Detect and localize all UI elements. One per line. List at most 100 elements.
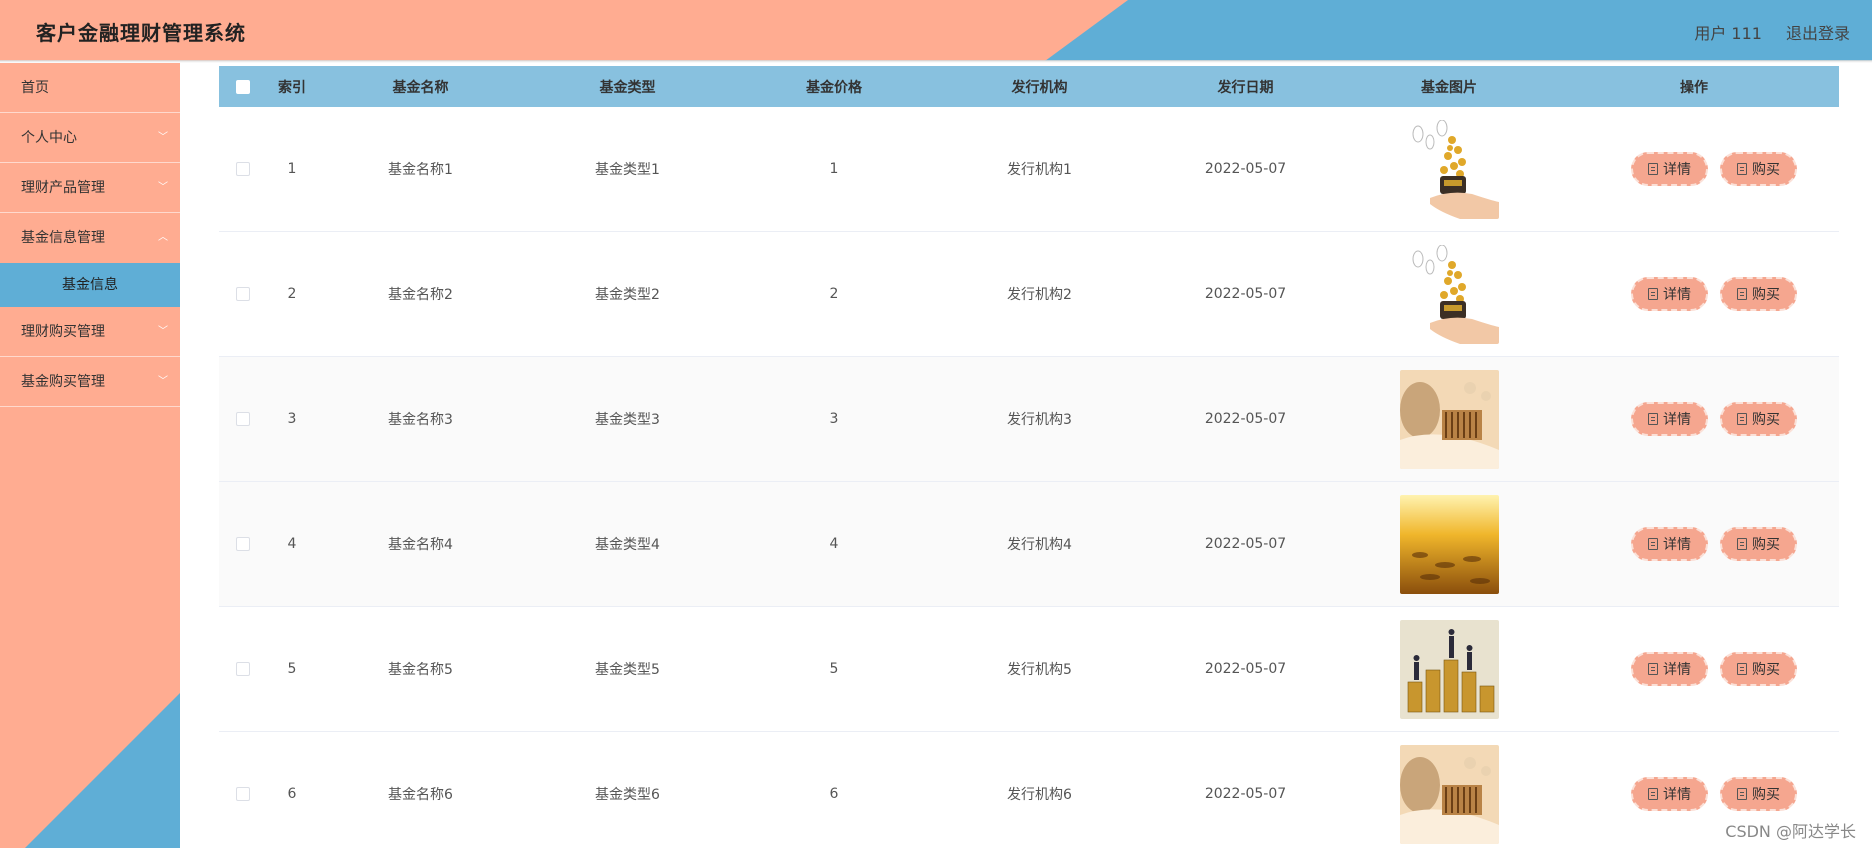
buy-button-label: 购买 (1752, 162, 1780, 178)
buy-button[interactable]: 购买 (1720, 402, 1797, 436)
detail-button[interactable]: 详情 (1631, 402, 1708, 436)
fund-table: 索引 基金名称 基金类型 基金价格 发行机构 发行日期 基金图片 操作 1 基金… (219, 66, 1839, 848)
column-header: 索引 (278, 79, 306, 96)
cell-issue-date: 2022-05-07 (1204, 286, 1287, 302)
table-row: 4 基金名称4 基金类型4 4 发行机构4 2022-05-07 详情 购买 (219, 482, 1839, 607)
row-checkbox[interactable] (236, 662, 250, 676)
table-row: 1 基金名称1 基金类型1 1 发行机构1 2022-05-07 详情 购买 (219, 107, 1839, 232)
buy-button-label: 购买 (1752, 287, 1780, 303)
cell-issuer: 发行机构3 (1007, 412, 1072, 428)
document-icon (1648, 163, 1658, 175)
buy-button-label: 购买 (1752, 662, 1780, 678)
sidebar-item-home[interactable]: 首页 (0, 63, 180, 113)
cell-fund-type: 基金类型5 (595, 662, 660, 678)
table-row: 6 基金名称6 基金类型6 6 发行机构6 2022-05-07 详情 购买 (219, 732, 1839, 848)
sidebar-item-personal-center[interactable]: 个人中心 ﹀ (0, 113, 180, 163)
sidebar-item-fund-management[interactable]: 基金信息管理 ︿ (0, 213, 180, 263)
detail-button-label: 详情 (1663, 787, 1691, 803)
cell-issuer: 发行机构6 (1007, 787, 1072, 803)
abacus-money-image[interactable] (1399, 369, 1499, 469)
cell-fund-name: 基金名称6 (388, 787, 453, 803)
table-row: 2 基金名称2 基金类型2 2 发行机构2 2022-05-07 详情 购买 (219, 232, 1839, 357)
sidebar-item-label: 个人中心 (21, 130, 77, 146)
column-header: 操作 (1680, 79, 1708, 96)
buy-button-label: 购买 (1752, 787, 1780, 803)
watermark: CSDN @阿达学长 (1725, 822, 1856, 841)
cell-issue-date: 2022-05-07 (1204, 661, 1287, 677)
sidebar-item-label: 基金购买管理 (21, 374, 105, 390)
document-icon (1737, 413, 1747, 425)
detail-button[interactable]: 详情 (1631, 777, 1708, 811)
cell-issuer: 发行机构2 (1007, 287, 1072, 303)
detail-button[interactable]: 详情 (1631, 652, 1708, 686)
sidebar-item-product-management[interactable]: 理财产品管理 ﹀ (0, 163, 180, 213)
buy-button[interactable]: 购买 (1720, 152, 1797, 186)
cell-issue-date: 2022-05-07 (1204, 786, 1287, 802)
row-checkbox[interactable] (236, 162, 250, 176)
select-all-checkbox[interactable] (236, 79, 250, 94)
document-icon (1648, 413, 1658, 425)
chevron-down-icon: ﹀ (158, 376, 168, 387)
cell-index: 3 (287, 411, 297, 427)
top-header: 客户金融理财管理系统 用户 111 退出登录 (0, 0, 1872, 61)
detail-button-label: 详情 (1663, 287, 1691, 303)
detail-button[interactable]: 详情 (1631, 152, 1708, 186)
sidebar-item-fund-purchase[interactable]: 基金购买管理 ﹀ (0, 357, 180, 407)
column-header: 发行机构 (1011, 79, 1068, 96)
cell-index: 5 (287, 661, 297, 677)
cell-fund-type: 基金类型4 (595, 537, 660, 553)
cell-fund-price: 5 (829, 661, 839, 677)
row-checkbox[interactable] (236, 287, 250, 301)
row-checkbox[interactable] (236, 412, 250, 426)
sidebar-item-label: 理财产品管理 (21, 180, 105, 196)
cell-fund-price: 3 (829, 411, 839, 427)
sidebar-item-label: 理财购买管理 (21, 324, 105, 340)
table-header: 索引 基金名称 基金类型 基金价格 发行机构 发行日期 基金图片 操作 (219, 66, 1839, 107)
document-icon (1737, 288, 1747, 300)
document-icon (1648, 538, 1658, 550)
cell-fund-price: 1 (829, 161, 839, 177)
header-blue-decoration (1045, 0, 1872, 61)
buy-button[interactable]: 购买 (1720, 652, 1797, 686)
business-coin-stacks-image[interactable] (1399, 619, 1499, 719)
detail-button-label: 详情 (1663, 662, 1691, 678)
cell-fund-name: 基金名称1 (388, 162, 453, 178)
sidebar-item-label: 基金信息管理 (21, 230, 105, 246)
row-checkbox[interactable] (236, 787, 250, 801)
coins-hand-image[interactable] (1399, 244, 1499, 344)
cell-issuer: 发行机构5 (1007, 662, 1072, 678)
cell-issue-date: 2022-05-07 (1204, 411, 1287, 427)
cell-index: 1 (287, 161, 297, 177)
detail-button[interactable]: 详情 (1631, 527, 1708, 561)
buy-button-label: 购买 (1752, 412, 1780, 428)
buy-button[interactable]: 购买 (1720, 527, 1797, 561)
abacus-money-image[interactable] (1399, 744, 1499, 844)
buy-button[interactable]: 购买 (1720, 277, 1797, 311)
cell-fund-type: 基金类型2 (595, 287, 660, 303)
cell-issuer: 发行机构4 (1007, 537, 1072, 553)
sidebar-blue-decoration (25, 693, 180, 848)
document-icon (1737, 538, 1747, 550)
logout-link[interactable]: 退出登录 (1786, 20, 1850, 44)
column-header: 基金名称 (392, 79, 449, 96)
sidebar-subitem-fund-info[interactable]: 基金信息 (0, 263, 180, 307)
cell-index: 6 (287, 786, 297, 802)
header-actions: 用户 111 退出登录 (1694, 20, 1850, 44)
coins-hand-image[interactable] (1399, 119, 1499, 219)
chevron-down-icon: ﹀ (158, 326, 168, 337)
chevron-down-icon: ﹀ (158, 182, 168, 193)
detail-button[interactable]: 详情 (1631, 277, 1708, 311)
column-header: 发行日期 (1217, 79, 1274, 96)
sidebar-item-product-purchase[interactable]: 理财购买管理 ﹀ (0, 307, 180, 357)
row-checkbox[interactable] (236, 537, 250, 551)
document-icon (1648, 663, 1658, 675)
document-icon (1737, 663, 1747, 675)
table-row: 3 基金名称3 基金类型3 3 发行机构3 2022-05-07 详情 购买 (219, 357, 1839, 482)
current-user-label[interactable]: 用户 111 (1694, 20, 1762, 44)
sidebar: 首页 个人中心 ﹀ 理财产品管理 ﹀ 基金信息管理 ︿ 基金信息 理财购买管理 ﹀ 基金… (0, 63, 180, 848)
sidebar-item-label: 首页 (21, 80, 49, 96)
column-header: 基金图片 (1421, 79, 1477, 96)
cell-index: 2 (287, 286, 297, 302)
cell-issuer: 发行机构1 (1007, 162, 1072, 178)
buy-button[interactable]: 购买 (1720, 777, 1797, 811)
